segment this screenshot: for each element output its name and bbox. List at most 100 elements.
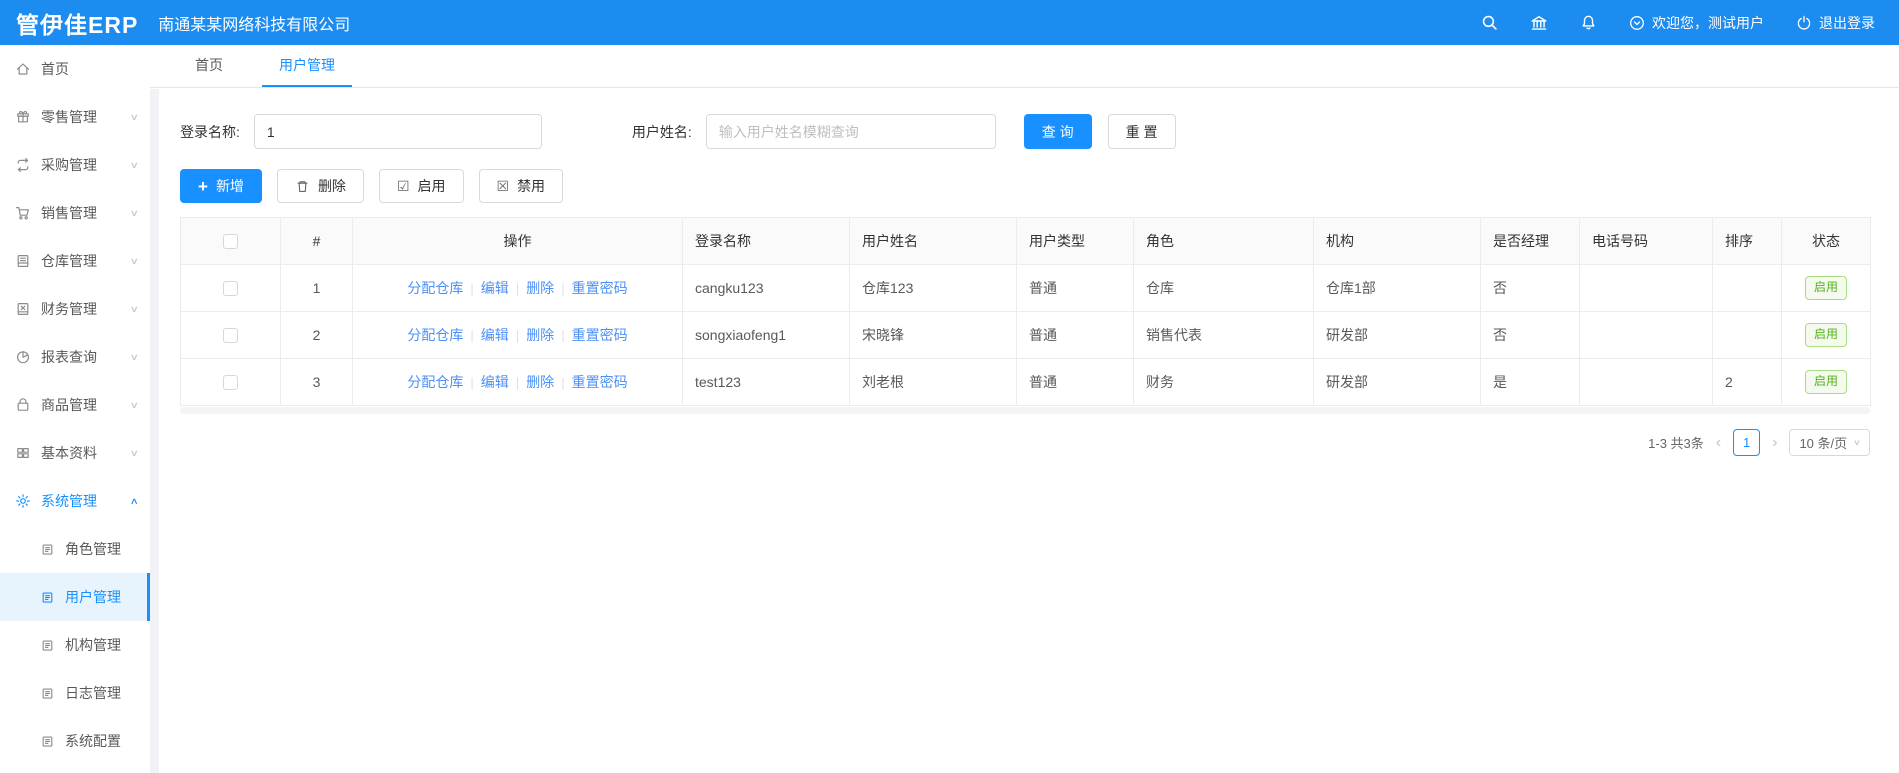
query-button[interactable]: 查 询 — [1023, 114, 1092, 149]
reset-password-link[interactable]: 重置密码 — [572, 327, 628, 343]
sidebar-item-warehouse[interactable]: 仓库管理 ∨ — [0, 237, 150, 285]
column-sort: 排序 — [1712, 217, 1782, 265]
app-header: 管伊佳ERP 南通某某网络科技有限公司 欢迎您，测试用户 退出登录 — [0, 0, 1899, 45]
delete-link[interactable]: 删除 — [526, 280, 554, 296]
sidebar-item-retail[interactable]: 零售管理 ∨ — [0, 93, 150, 141]
horizontal-scrollbar[interactable] — [180, 407, 1870, 414]
sidebar-item-products[interactable]: 商品管理 ∨ — [0, 381, 150, 429]
app-logo[interactable]: 管伊佳ERP — [0, 6, 158, 40]
sidebar-item-label: 财务管理 — [41, 301, 97, 317]
sidebar-item-finance[interactable]: 财务管理 ∨ — [0, 285, 150, 333]
chevron-down-icon: ∨ — [130, 159, 140, 170]
prev-page-button[interactable]: ‹ — [1713, 434, 1724, 452]
reset-password-link[interactable]: 重置密码 — [572, 280, 628, 296]
enable-button[interactable]: ☑ 启用 — [378, 169, 464, 203]
sidebar-item-user-management[interactable]: 用户管理 — [0, 573, 150, 621]
edit-link[interactable]: 编辑 — [481, 327, 509, 343]
sidebar-item-label: 采购管理 — [41, 157, 97, 173]
delete-link[interactable]: 删除 — [526, 374, 554, 390]
row-role: 财务 — [1133, 358, 1314, 406]
table-row: 2 分配仓库 | 编辑 | 删除 | 重置密码 songxiaofeng1 宋晓锋 普通 销… — [180, 311, 1871, 359]
pie-chart-icon — [15, 349, 31, 365]
sidebar-item-home[interactable]: 首页 — [0, 45, 150, 93]
tab-home[interactable]: 首页 — [178, 45, 240, 87]
row-checkbox[interactable] — [223, 281, 238, 297]
table-row: 3 分配仓库 | 编辑 | 删除 | 重置密码 test123 刘老根 普通 财务 研发部 … — [180, 358, 1871, 406]
logout-button[interactable]: 退出登录 — [1796, 13, 1875, 33]
sidebar-item-role-management[interactable]: 角色管理 — [0, 525, 150, 573]
row-operations: 分配仓库 | 编辑 | 删除 | 重置密码 — [352, 311, 683, 359]
row-role: 仓库 — [1133, 264, 1314, 312]
sidebar-item-basic-data[interactable]: 基本资料 ∨ — [0, 429, 150, 477]
separator: | — [515, 375, 520, 390]
row-sort — [1579, 358, 1713, 406]
user-name-label: 用户姓名: — [631, 123, 692, 140]
row-sort: 2 — [1712, 358, 1782, 406]
bell-icon[interactable] — [1580, 14, 1597, 31]
row-index: 3 — [280, 358, 353, 406]
row-manager: 是 — [1480, 358, 1580, 406]
header-actions: 欢迎您，测试用户 退出登录 — [1481, 13, 1899, 33]
page-size-select[interactable]: 10 条/页 ∨ — [1789, 429, 1870, 456]
chevron-down-icon: ∨ — [130, 111, 140, 122]
login-name-input[interactable] — [253, 114, 542, 149]
checkbox-checked-icon: ☑ — [396, 178, 410, 194]
delete-link[interactable]: 删除 — [526, 327, 554, 343]
row-type: 普通 — [1016, 311, 1134, 359]
separator: | — [470, 328, 474, 343]
row-org: 研发部 — [1313, 358, 1481, 406]
edit-link[interactable]: 编辑 — [481, 280, 509, 296]
separator: | — [561, 281, 565, 296]
assign-warehouse-link[interactable]: 分配仓库 — [407, 374, 463, 390]
checkbox-x-icon: ☒ — [496, 178, 510, 194]
user-circle-icon — [1629, 15, 1645, 31]
separator: | — [515, 328, 520, 343]
row-checkbox[interactable] — [223, 375, 238, 391]
delete-button[interactable]: 删除 — [276, 169, 364, 203]
tab-user-management[interactable]: 用户管理 — [262, 45, 352, 87]
sidebar-item-org-management[interactable]: 机构管理 — [0, 621, 150, 669]
search-icon[interactable] — [1481, 14, 1498, 31]
sidebar-item-label: 首页 — [41, 61, 69, 77]
add-button[interactable]: + 新增 — [180, 169, 262, 203]
reset-button[interactable]: 重 置 — [1107, 114, 1176, 149]
power-icon — [1796, 15, 1812, 31]
chevron-down-icon: ∨ — [130, 303, 140, 314]
sidebar-item-log-management[interactable]: 日志管理 — [0, 669, 150, 717]
gear-icon — [15, 493, 31, 509]
user-name-input[interactable] — [705, 114, 996, 149]
disable-button[interactable]: ☒ 禁用 — [478, 169, 564, 203]
row-phone — [1579, 264, 1713, 312]
table-header-row: # 操作 登录名称 用户姓名 用户类型 角色 机构 是否经理 电话号码 排序 状… — [180, 217, 1871, 265]
row-role: 销售代表 — [1133, 311, 1314, 359]
chevron-down-icon: ∨ — [1852, 438, 1862, 447]
reset-password-link[interactable]: 重置密码 — [572, 374, 628, 390]
sidebar-item-system[interactable]: 系统管理 ∧ — [0, 477, 150, 525]
sidebar-item-purchase[interactable]: 采购管理 ∨ — [0, 141, 150, 189]
sidebar-item-label: 基本资料 — [41, 445, 97, 461]
column-manager: 是否经理 — [1480, 217, 1580, 265]
bank-icon[interactable] — [1530, 14, 1548, 32]
sidebar-item-label: 日志管理 — [65, 685, 121, 701]
row-checkbox[interactable] — [223, 328, 238, 344]
select-all-checkbox[interactable] — [223, 234, 238, 250]
sidebar-item-sales[interactable]: 销售管理 ∨ — [0, 189, 150, 237]
assign-warehouse-link[interactable]: 分配仓库 — [407, 280, 463, 296]
sidebar-item-label: 系统管理 — [41, 493, 97, 509]
sidebar-item-reports[interactable]: 报表查询 ∨ — [0, 333, 150, 381]
sidebar-item-label: 销售管理 — [41, 205, 97, 221]
row-name: 宋晓锋 — [849, 311, 1017, 359]
logout-label: 退出登录 — [1819, 14, 1875, 31]
sidebar-item-system-config[interactable]: 系统配置 — [0, 717, 150, 765]
sidebar-item-label: 商品管理 — [41, 397, 97, 413]
row-name: 刘老根 — [849, 358, 1017, 406]
user-menu[interactable]: 欢迎您，测试用户 — [1629, 13, 1764, 33]
edit-link[interactable]: 编辑 — [481, 374, 509, 390]
row-manager: 否 — [1480, 311, 1580, 359]
list-icon — [40, 638, 55, 653]
page-number-button[interactable]: 1 — [1733, 429, 1761, 456]
assign-warehouse-link[interactable]: 分配仓库 — [407, 327, 463, 343]
next-page-button[interactable]: › — [1769, 434, 1780, 452]
separator: | — [561, 328, 565, 343]
row-sort — [1712, 311, 1782, 359]
